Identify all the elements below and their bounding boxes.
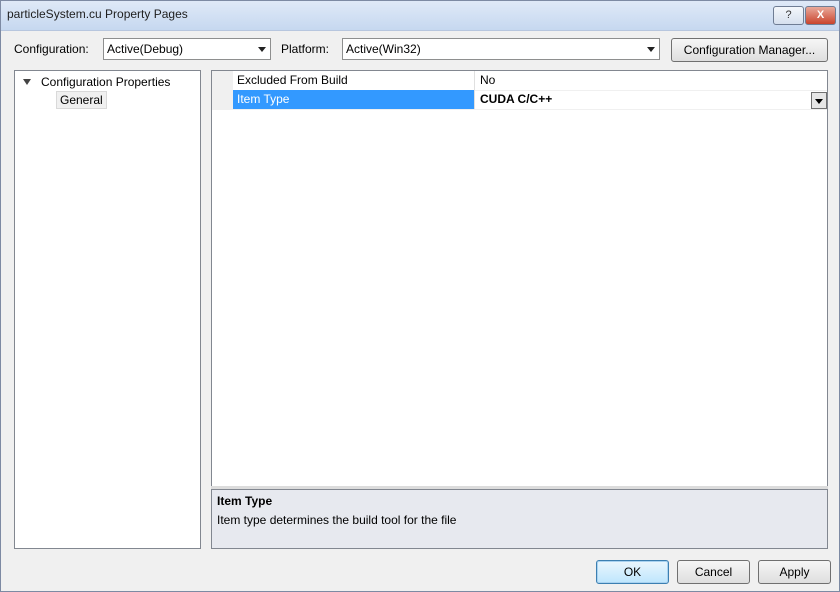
property-value-text: CUDA C/C++: [480, 92, 553, 106]
chevron-down-icon: [258, 47, 266, 52]
apply-button[interactable]: Apply: [758, 560, 831, 584]
help-button[interactable]: ?: [773, 6, 804, 25]
configuration-manager-button[interactable]: Configuration Manager...: [671, 38, 828, 62]
ok-button[interactable]: OK: [596, 560, 669, 584]
expand-triangle-icon[interactable]: [23, 79, 31, 85]
property-value[interactable]: No: [476, 71, 827, 90]
property-value[interactable]: CUDA C/C++: [476, 90, 827, 109]
platform-select[interactable]: Active(Win32): [342, 38, 660, 60]
tree-node-label: Configuration Properties: [41, 75, 171, 89]
cancel-button[interactable]: Cancel: [677, 560, 750, 584]
close-button[interactable]: X: [805, 6, 836, 25]
configuration-value: Active(Debug): [107, 42, 184, 56]
property-row-item-type[interactable]: Item Type CUDA C/C++: [212, 90, 827, 110]
property-pages-window: particleSystem.cu Property Pages ? X Con…: [0, 0, 840, 592]
property-row-excluded-from-build[interactable]: Excluded From Build No: [212, 71, 827, 91]
description-text: Item type determines the build tool for …: [217, 513, 457, 527]
property-grid: Excluded From Build No Item Type CUDA C/…: [211, 70, 828, 488]
row-gutter: [212, 71, 233, 90]
row-gutter: [212, 90, 233, 109]
title-bar: particleSystem.cu Property Pages ? X: [1, 1, 839, 31]
help-icon: ?: [785, 9, 792, 21]
chevron-down-icon: [815, 99, 823, 104]
platform-label: Platform:: [281, 42, 330, 56]
property-name: Excluded From Build: [233, 71, 475, 90]
item-type-dropdown-button[interactable]: [811, 92, 827, 109]
close-icon: X: [816, 9, 825, 21]
property-name: Item Type: [233, 90, 475, 109]
chevron-down-icon: [647, 47, 655, 52]
configuration-label: Configuration:: [14, 42, 89, 56]
configuration-select[interactable]: Active(Debug): [103, 38, 271, 60]
window-title: particleSystem.cu Property Pages: [7, 7, 188, 21]
description-title: Item Type: [217, 494, 273, 508]
tree-node-general[interactable]: General: [56, 91, 107, 109]
description-panel: Item Type Item type determines the build…: [211, 489, 828, 549]
platform-value: Active(Win32): [346, 42, 421, 56]
settings-tree: Configuration Properties General: [14, 70, 201, 549]
